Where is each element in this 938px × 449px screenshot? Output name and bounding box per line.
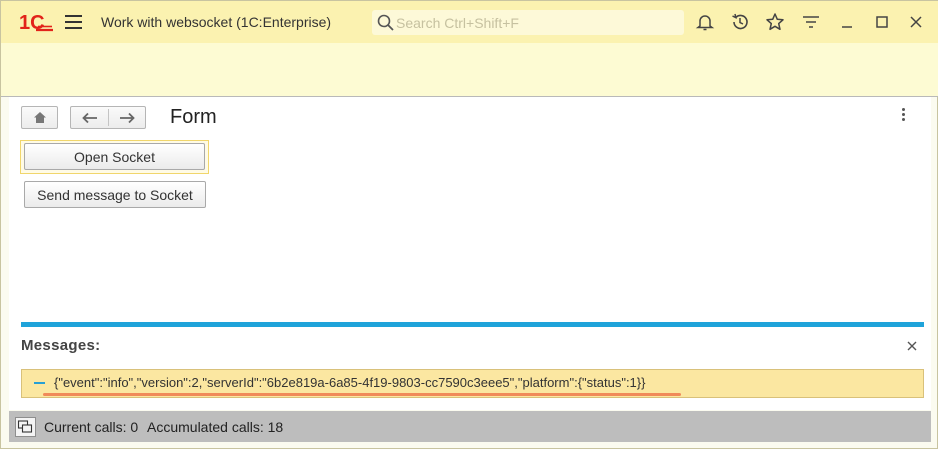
close-icon[interactable]	[906, 12, 926, 32]
title-bar: 1C Work with websocket (1C:Enterprise)	[1, 1, 938, 43]
history-icon[interactable]	[730, 12, 750, 32]
search-box[interactable]	[372, 10, 684, 35]
sections-panel	[1, 43, 938, 97]
back-arrow-icon[interactable]	[82, 112, 98, 124]
minimize-icon[interactable]	[837, 12, 857, 32]
form-area: Form Open Socket Send message to Socket …	[9, 97, 931, 410]
send-message-button[interactable]: Send message to Socket	[24, 181, 206, 208]
form-title: Form	[170, 106, 217, 128]
windows-icon[interactable]	[15, 417, 36, 437]
forward-arrow-icon[interactable]	[119, 112, 135, 124]
app-window: 1C Work with websocket (1C:Enterprise) S…	[0, 0, 938, 449]
open-socket-button[interactable]: Open Socket	[24, 143, 205, 170]
search-icon[interactable]	[377, 14, 395, 32]
bell-icon[interactable]	[695, 12, 715, 32]
window-title: Work with websocket (1C:Enterprise)	[101, 14, 332, 30]
nav-arrows	[70, 106, 146, 129]
1c-logo: 1C	[19, 12, 53, 33]
maximize-icon[interactable]	[872, 12, 892, 32]
messages-title: Messages:	[21, 337, 101, 354]
filter-icon[interactable]	[801, 12, 821, 32]
status-bar: Current calls: 0 Accumulated calls: 18	[9, 411, 931, 442]
home-button[interactable]	[21, 106, 58, 129]
messages-close-icon[interactable]	[906, 340, 918, 352]
message-highlight-underline	[43, 393, 681, 396]
search-input[interactable]	[396, 13, 676, 32]
accumulated-calls: Accumulated calls: 18	[147, 419, 284, 435]
current-calls: Current calls: 0	[44, 419, 139, 435]
collapse-icon[interactable]	[34, 382, 45, 384]
message-text: {"event":"info","version":2,"serverId":"…	[54, 375, 646, 390]
panel-splitter[interactable]	[21, 322, 924, 327]
more-vertical-icon[interactable]	[898, 108, 908, 126]
menu-icon[interactable]	[65, 15, 82, 29]
home-icon	[34, 112, 46, 123]
star-icon[interactable]	[765, 12, 785, 32]
